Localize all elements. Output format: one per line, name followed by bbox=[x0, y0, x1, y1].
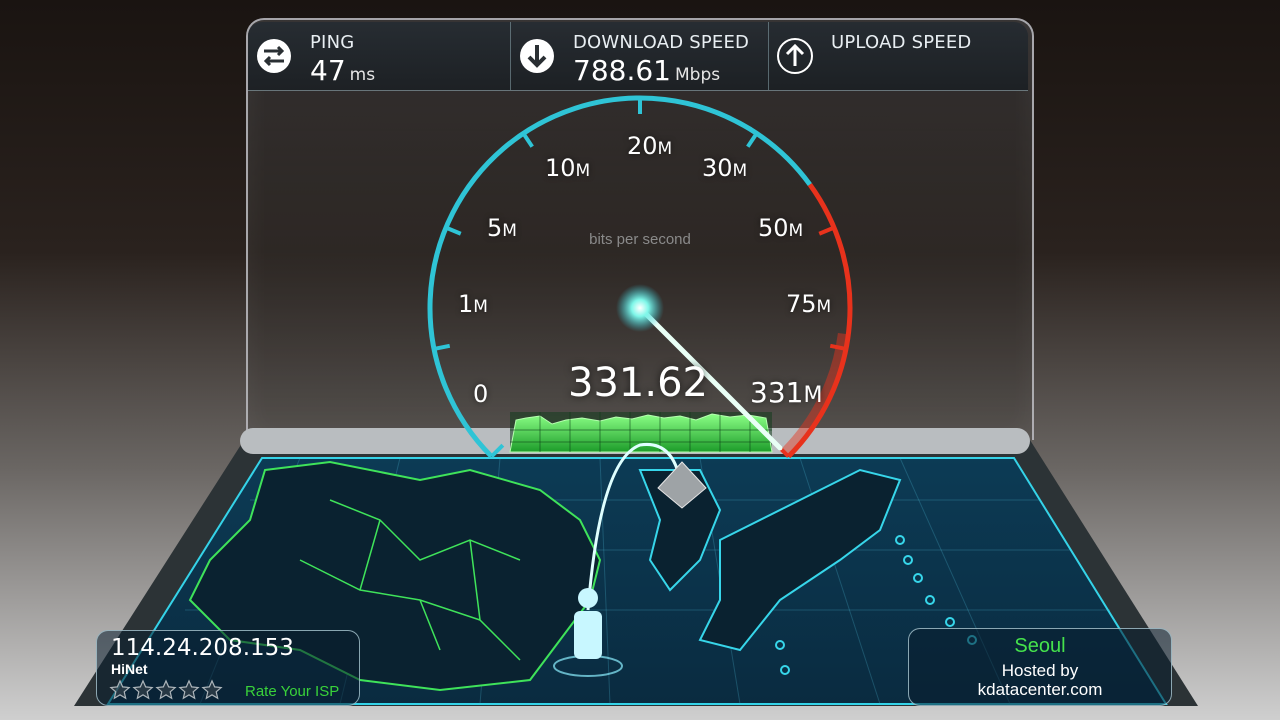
client-info-panel: 114.24.208.153 HiNet Rate Your ISP bbox=[96, 630, 360, 706]
gauge-label-0: 0 bbox=[473, 380, 488, 408]
gauge-caption: bits per second bbox=[589, 231, 691, 248]
gauge-label-75m-num: 75 bbox=[786, 290, 817, 318]
star-icon[interactable] bbox=[155, 679, 177, 701]
gauge-label-20m-suffix: M bbox=[657, 139, 673, 159]
server-city: Seoul bbox=[1014, 635, 1066, 657]
gauge-label-10m-num: 10 bbox=[545, 154, 576, 182]
gauge-label-max: 331M bbox=[750, 376, 822, 409]
gauge-label-max-suffix: M bbox=[803, 383, 823, 408]
isp-rating-stars[interactable] bbox=[109, 679, 223, 701]
server-host: kdatacenter.com bbox=[977, 680, 1103, 699]
star-icon[interactable] bbox=[178, 679, 200, 701]
star-icon[interactable] bbox=[109, 679, 131, 701]
gauge-label-1m: 1M bbox=[458, 290, 488, 318]
gauge-label-20m: 20M bbox=[627, 132, 672, 160]
gauge-label-max-num: 331 bbox=[750, 376, 804, 409]
gauge-label-30m: 30M bbox=[702, 154, 747, 182]
client-ip: 114.24.208.153 bbox=[111, 635, 294, 661]
gauge-label-20m-num: 20 bbox=[627, 132, 658, 160]
current-speed-reading: 331.62 bbox=[568, 360, 708, 406]
star-icon[interactable] bbox=[132, 679, 154, 701]
gauge-label-50m-num: 50 bbox=[758, 214, 789, 242]
hosted-by-label: Hosted by bbox=[1001, 661, 1079, 680]
gauge-label-30m-num: 30 bbox=[702, 154, 733, 182]
server-info-panel: Seoul Hosted by kdatacenter.com bbox=[908, 628, 1172, 706]
gauge-label-30m-suffix: M bbox=[732, 161, 748, 181]
gauge-label-75m-suffix: M bbox=[816, 297, 832, 317]
gauge-label-5m: 5M bbox=[487, 214, 517, 242]
gauge-label-1m-num: 1 bbox=[458, 290, 474, 318]
star-icon[interactable] bbox=[201, 679, 223, 701]
gauge-label-10m-suffix: M bbox=[575, 161, 591, 181]
gauge-hub bbox=[616, 284, 664, 332]
gauge-label-5m-suffix: M bbox=[502, 221, 517, 241]
rate-your-isp-link[interactable]: Rate Your ISP bbox=[245, 683, 339, 700]
gauge-label-10m: 10M bbox=[545, 154, 590, 182]
user-location-icon bbox=[574, 588, 602, 659]
gauge-label-50m: 50M bbox=[758, 214, 803, 242]
gauge-label-0-num: 0 bbox=[473, 380, 489, 408]
gauge-label-5m-num: 5 bbox=[487, 214, 503, 242]
gauge-label-75m: 75M bbox=[786, 290, 831, 318]
client-isp: HiNet bbox=[111, 661, 148, 677]
gauge-label-50m-suffix: M bbox=[788, 221, 804, 241]
gauge-label-1m-suffix: M bbox=[473, 297, 488, 317]
